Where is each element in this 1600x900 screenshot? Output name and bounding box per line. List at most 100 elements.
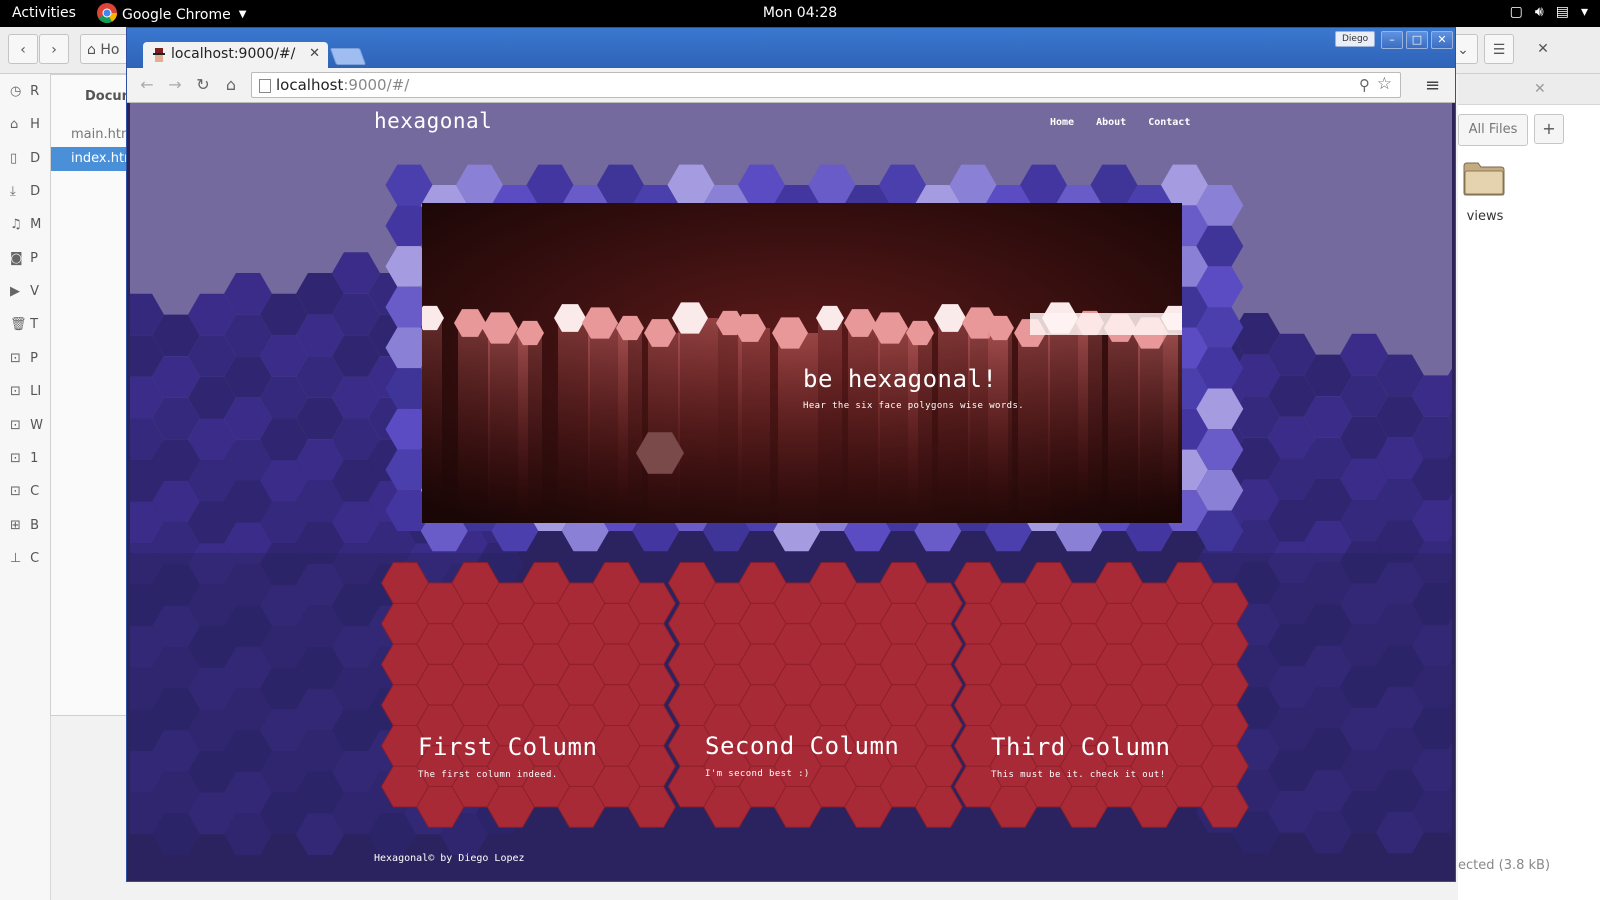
- url-host: localhost: [276, 76, 344, 94]
- page-icon: [259, 79, 271, 93]
- clipboard-icon[interactable]: ▤: [1556, 4, 1569, 20]
- sidebar-item-label: D: [30, 184, 41, 199]
- close-window-button[interactable]: ✕: [1431, 31, 1453, 49]
- status-bar: ected (3.8 kB): [1458, 858, 1551, 873]
- nav-contact-link[interactable]: Contact: [1148, 117, 1190, 128]
- chrome-window: localhost:9000/#/ ✕ Diego – □ ✕ ← → ↻ ⌂ …: [126, 27, 1456, 882]
- list-item[interactable]: main.htm: [51, 123, 131, 147]
- volume-icon[interactable]: 🔊︎: [1535, 4, 1544, 20]
- location-label: Ho: [100, 42, 120, 58]
- clock[interactable]: Mon 04:28: [763, 5, 837, 21]
- footer-author: by Diego Lopez: [434, 853, 525, 864]
- light-streak: [778, 333, 818, 523]
- light-streak: [678, 318, 718, 508]
- drive-icon: ⊡: [10, 484, 21, 499]
- url-path: :9000/#/: [343, 76, 410, 94]
- profile-badge[interactable]: Diego: [1335, 31, 1376, 47]
- sidebar-item-recent[interactable]: ◷ R: [10, 84, 50, 108]
- sidebar-item-videos[interactable]: ▶ V: [10, 284, 50, 308]
- maximize-button[interactable]: □: [1406, 31, 1428, 49]
- browser-tab[interactable]: localhost:9000/#/ ✕: [143, 42, 328, 68]
- location-home-button[interactable]: ⌂ Ho: [80, 34, 130, 64]
- chrome-logo-icon: [97, 3, 117, 23]
- activities-button[interactable]: Activities: [12, 5, 76, 21]
- site-nav: Home About Contact: [1050, 117, 1190, 128]
- system-tray[interactable]: ▢ 🔊︎ ▤ ▾: [1510, 4, 1588, 20]
- light-streak: [908, 333, 932, 523]
- sidebar-item-drive[interactable]: ⊡ C: [10, 484, 50, 508]
- sidebar-item-label: H: [30, 117, 40, 132]
- light-glow: [1030, 313, 1182, 335]
- column-text: The first column indeed.: [418, 770, 558, 780]
- add-button[interactable]: +: [1534, 114, 1564, 144]
- back-arrow-icon[interactable]: ←: [137, 75, 157, 95]
- hero-title: be hexagonal!: [803, 365, 998, 393]
- sidebar-item-trash[interactable]: 🗑︎ T: [10, 317, 50, 341]
- folder-label: views: [1466, 209, 1504, 224]
- light-streak: [558, 318, 590, 508]
- favicon-icon: [153, 48, 165, 62]
- list-item[interactable]: index.htm: [51, 147, 131, 171]
- menu-icon[interactable]: ≡: [1425, 75, 1440, 96]
- column-title: Third Column: [991, 733, 1171, 761]
- sidebar-item-downloads[interactable]: ⤓ D: [10, 184, 50, 208]
- nav-about-link[interactable]: About: [1096, 117, 1126, 128]
- star-icon[interactable]: ☆: [1377, 74, 1392, 94]
- drive-icon: ⊡: [10, 384, 21, 399]
- sidebar-item-drive[interactable]: ⊡ P: [10, 351, 50, 375]
- sidebar-item-drive[interactable]: ⊡ LI: [10, 384, 50, 408]
- places-sidebar: ◷ R ⌂ H ▯ D ⤓ D ♫ M ◙ P ▶ V 🗑︎ T ⊡ P ⊡ L…: [0, 74, 51, 900]
- sidebar-item-label: V: [30, 284, 40, 299]
- reload-icon[interactable]: ↻: [193, 75, 213, 95]
- sidebar-item-network[interactable]: ⊞ B: [10, 518, 50, 542]
- app-menu[interactable]: Google Chrome ▼: [96, 3, 246, 24]
- app-name: Google Chrome: [122, 6, 231, 23]
- sidebar-item-music[interactable]: ♫ M: [10, 217, 50, 241]
- zoom-icon[interactable]: ⚲: [1359, 76, 1370, 94]
- close-icon[interactable]: ✕: [1534, 81, 1546, 97]
- sidebar-item-label: C: [30, 551, 40, 566]
- sidebar-item-drive[interactable]: ⊡ W: [10, 418, 50, 442]
- sidebar-item-pictures[interactable]: ◙ P: [10, 251, 50, 275]
- hero-subtitle: Hear the six face polygons wise words.: [803, 401, 1025, 411]
- new-tab-button[interactable]: [329, 48, 367, 65]
- menu-button[interactable]: ☰: [1484, 34, 1514, 64]
- sidebar-item-label: D: [30, 151, 41, 166]
- home-icon[interactable]: ⌂: [221, 75, 241, 95]
- sidebar-item-label: LI: [30, 384, 42, 399]
- drive-icon: ⊡: [10, 418, 21, 433]
- tab-bar: ✕: [1458, 74, 1600, 105]
- home-icon: ⌂: [87, 42, 96, 58]
- forward-button[interactable]: ›: [39, 34, 69, 64]
- back-button[interactable]: ‹: [8, 34, 38, 64]
- tab-title: localhost:9000/#/: [171, 46, 296, 62]
- address-bar[interactable]: localhost:9000/#/ ⚲ ☆: [251, 72, 1401, 98]
- hexagon-background: [130, 103, 1452, 880]
- filter-dropdown[interactable]: All Files: [1458, 114, 1528, 146]
- close-icon[interactable]: ✕: [309, 46, 320, 61]
- sidebar-item-label: T: [30, 317, 39, 332]
- file-dialog: Docun main.htm index.htm: [50, 74, 132, 716]
- sidebar-item-connect[interactable]: ⊥ C: [10, 551, 50, 575]
- trash-icon: 🗑︎: [10, 317, 27, 332]
- window-icon[interactable]: ▢: [1510, 4, 1523, 20]
- chevron-down-icon[interactable]: ▾: [1581, 4, 1588, 20]
- light-streak: [458, 323, 490, 513]
- sidebar-item-home[interactable]: ⌂ H: [10, 117, 50, 141]
- forward-arrow-icon[interactable]: →: [165, 75, 185, 95]
- gnome-top-bar: Activities Google Chrome ▼ Mon 04:28 ▢ 🔊…: [0, 0, 1600, 27]
- hero-text: be hexagonal! Hear the six face polygons…: [803, 365, 1024, 411]
- nav-home-link[interactable]: Home: [1050, 117, 1074, 128]
- music-icon: ♫: [10, 217, 22, 232]
- close-icon[interactable]: ✕: [1528, 34, 1558, 64]
- site-title[interactable]: hexagonal: [374, 109, 492, 133]
- sidebar-item-drive[interactable]: ⊡ 1: [10, 451, 50, 475]
- title-bar: localhost:9000/#/ ✕ Diego – □ ✕: [127, 28, 1455, 68]
- sidebar-item-documents[interactable]: ▯ D: [10, 151, 50, 175]
- minimize-button[interactable]: –: [1381, 31, 1403, 49]
- footer: Hexagonal© by Diego Lopez: [374, 853, 525, 864]
- column-title: Second Column: [705, 732, 900, 760]
- document-icon: ▯: [10, 151, 18, 166]
- column-text: I'm second best :): [705, 769, 810, 779]
- folder-icon[interactable]: [1462, 160, 1506, 196]
